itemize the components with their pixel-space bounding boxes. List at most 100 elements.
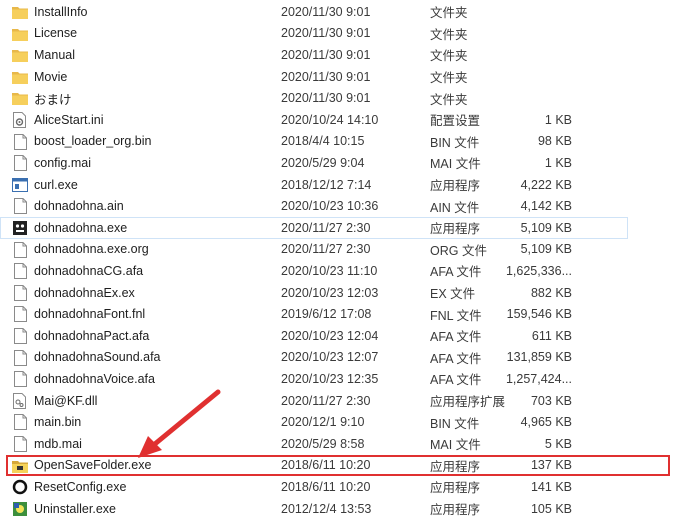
file-type: 应用程序	[430, 222, 481, 237]
file-icon	[12, 349, 28, 366]
file-row[interactable]: dohnadohnaCG.afa 2020/10/23 11:10 AFA 文件 1,…	[0, 260, 628, 282]
file-size: 703 KB	[530, 393, 572, 408]
file-row[interactable]: dohnadohna.exe.org 2020/11/27 2:30 ORG 文件 5…	[0, 239, 628, 261]
file-row[interactable]: Mai@KF.dll 2020/11/27 2:30 应用程序扩展 703 KB	[0, 390, 628, 412]
folder-icon	[12, 26, 28, 42]
file-icon	[12, 284, 28, 301]
file-row[interactable]: curl.exe 2018/12/12 7:14 应用程序 4,222 KB	[0, 174, 628, 196]
file-name: おまけ	[34, 92, 72, 107]
ini-icon	[12, 112, 28, 128]
file-size: 5,109 KB	[520, 242, 572, 257]
file-name: dohnadohnaPact.afa	[34, 328, 150, 343]
file-date-modified: 2020/10/24 14:10	[281, 112, 379, 127]
file-icon	[12, 133, 28, 150]
file-size: 4,142 KB	[520, 199, 572, 214]
file-date-modified: 2020/11/30 9:01	[281, 4, 371, 19]
file-name: mdb.mai	[34, 436, 82, 451]
file-type: 文件夹	[430, 27, 468, 42]
file-row[interactable]: InstallInfo 2020/11/30 9:01 文件夹	[0, 1, 628, 23]
file-date-modified: 2018/12/12 7:14	[281, 177, 372, 192]
file-date-modified: 2020/11/27 2:30	[281, 220, 371, 235]
file-row[interactable]: dohnadohna.ain 2020/10/23 10:36 AIN 文件 4,14…	[0, 195, 628, 217]
file-size: 5 KB	[544, 436, 572, 451]
file-name: config.mai	[34, 155, 91, 170]
file-size: 141 KB	[530, 479, 572, 494]
file-type: 应用程序	[430, 179, 481, 194]
file-icon	[12, 241, 28, 258]
file-date-modified: 2012/12/4 13:53	[281, 501, 372, 516]
file-name: dohnadohnaSound.afa	[34, 350, 161, 365]
file-row[interactable]: Uninstaller.exe 2012/12/4 13:53 应用程序 105 KB	[0, 498, 628, 519]
file-row[interactable]: dohnadohna.exe 2020/11/27 2:30 应用程序 5,109 K…	[0, 217, 628, 239]
file-name: InstallInfo	[34, 4, 88, 19]
file-type: MAI 文件	[430, 157, 481, 172]
file-size: 1,625,336...	[505, 263, 572, 278]
file-row[interactable]: dohnadohnaVoice.afa 2020/10/23 12:35 AFA 文…	[0, 368, 628, 390]
file-icon	[12, 155, 28, 172]
resetconfig-icon	[12, 479, 28, 495]
file-type: 应用程序	[430, 481, 481, 496]
file-type: ORG 文件	[430, 243, 487, 258]
file-row[interactable]: dohnadohnaFont.fnl 2019/6/12 17:08 FNL 文件 1…	[0, 303, 628, 325]
file-size: 159,546 KB	[506, 307, 572, 322]
file-date-modified: 2020/11/30 9:01	[281, 91, 371, 106]
file-row[interactable]: mdb.mai 2020/5/29 8:58 MAI 文件 5 KB	[0, 433, 628, 455]
file-name: Uninstaller.exe	[34, 501, 116, 516]
file-date-modified: 2020/12/1 9:10	[281, 415, 365, 430]
file-type: 配置设置	[430, 114, 481, 129]
file-name: dohnadohna.exe.org	[34, 242, 149, 257]
file-row[interactable]: dohnadohnaPact.afa 2020/10/23 12:04 AFA 文件…	[0, 325, 628, 347]
exe-icon	[12, 177, 28, 193]
dohnadohna-icon	[12, 220, 28, 236]
file-date-modified: 2018/6/11 10:20	[281, 458, 371, 473]
file-name: dohnadohnaFont.fnl	[34, 307, 146, 322]
folder-icon	[12, 47, 28, 63]
file-size: 131,859 KB	[506, 350, 572, 365]
file-type: MAI 文件	[430, 438, 481, 453]
file-row[interactable]: boost_loader_org.bin 2018/4/4 10:15 BIN 文件…	[0, 131, 628, 153]
file-row[interactable]: License 2020/11/30 9:01 文件夹	[0, 23, 628, 45]
file-type: AFA 文件	[430, 373, 482, 388]
file-date-modified: 2020/11/27 2:30	[281, 393, 371, 408]
file-size: 4,965 KB	[520, 415, 572, 430]
file-icon	[12, 198, 28, 215]
file-row[interactable]: ResetConfig.exe 2018/6/11 10:20 应用程序 141 KB	[0, 476, 628, 498]
file-date-modified: 2020/10/23 12:35	[281, 371, 379, 386]
file-type: AIN 文件	[430, 200, 480, 215]
file-size: 1 KB	[544, 112, 572, 127]
file-date-modified: 2020/10/23 12:04	[281, 328, 379, 343]
file-row[interactable]: AliceStart.ini 2020/10/24 14:10 配置设置 1 KB	[0, 109, 628, 131]
file-row[interactable]: dohnadohnaSound.afa 2020/10/23 12:07 AFA 文…	[0, 347, 628, 369]
file-size: 1 KB	[544, 155, 572, 170]
file-name: boost_loader_org.bin	[34, 134, 152, 149]
file-row[interactable]: dohnadohnaEx.ex 2020/10/23 12:03 EX 文件 882 …	[0, 282, 628, 304]
file-row[interactable]: OpenSaveFolder.exe 2018/6/11 10:20 应用程序 137…	[0, 455, 628, 477]
file-icon	[12, 263, 28, 280]
file-type: 文件夹	[430, 49, 468, 64]
file-type: FNL 文件	[430, 308, 482, 323]
file-date-modified: 2018/4/4 10:15	[281, 134, 365, 149]
file-row[interactable]: main.bin 2020/12/1 9:10 BIN 文件 4,965 KB	[0, 411, 628, 433]
uninstaller-icon	[12, 501, 28, 517]
file-size: 611 KB	[531, 328, 572, 343]
file-row[interactable]: おまけ 2020/11/30 9:01 文件夹	[0, 87, 628, 109]
file-size: 4,222 KB	[520, 177, 572, 192]
file-date-modified: 2020/11/30 9:01	[281, 26, 371, 41]
file-date-modified: 2020/5/29 8:58	[281, 436, 365, 451]
file-type: BIN 文件	[430, 135, 480, 150]
file-row[interactable]: Manual 2020/11/30 9:01 文件夹	[0, 44, 628, 66]
file-name: OpenSaveFolder.exe	[34, 458, 152, 473]
file-name: Mai@KF.dll	[34, 393, 98, 408]
file-row[interactable]: config.mai 2020/5/29 9:04 MAI 文件 1 KB	[0, 152, 628, 174]
file-date-modified: 2020/11/27 2:30	[281, 242, 371, 257]
file-type: AFA 文件	[430, 265, 482, 280]
file-date-modified: 2020/10/23 12:03	[281, 285, 379, 300]
file-name: dohnadohna.exe	[34, 220, 128, 235]
file-type: AFA 文件	[430, 330, 482, 345]
folder-icon	[12, 69, 28, 85]
file-row[interactable]: Movie 2020/11/30 9:01 文件夹	[0, 66, 628, 88]
file-type: AFA 文件	[430, 351, 482, 366]
file-date-modified: 2020/11/30 9:01	[281, 47, 371, 62]
file-type: 文件夹	[430, 6, 468, 21]
file-size: 98 KB	[537, 134, 572, 149]
